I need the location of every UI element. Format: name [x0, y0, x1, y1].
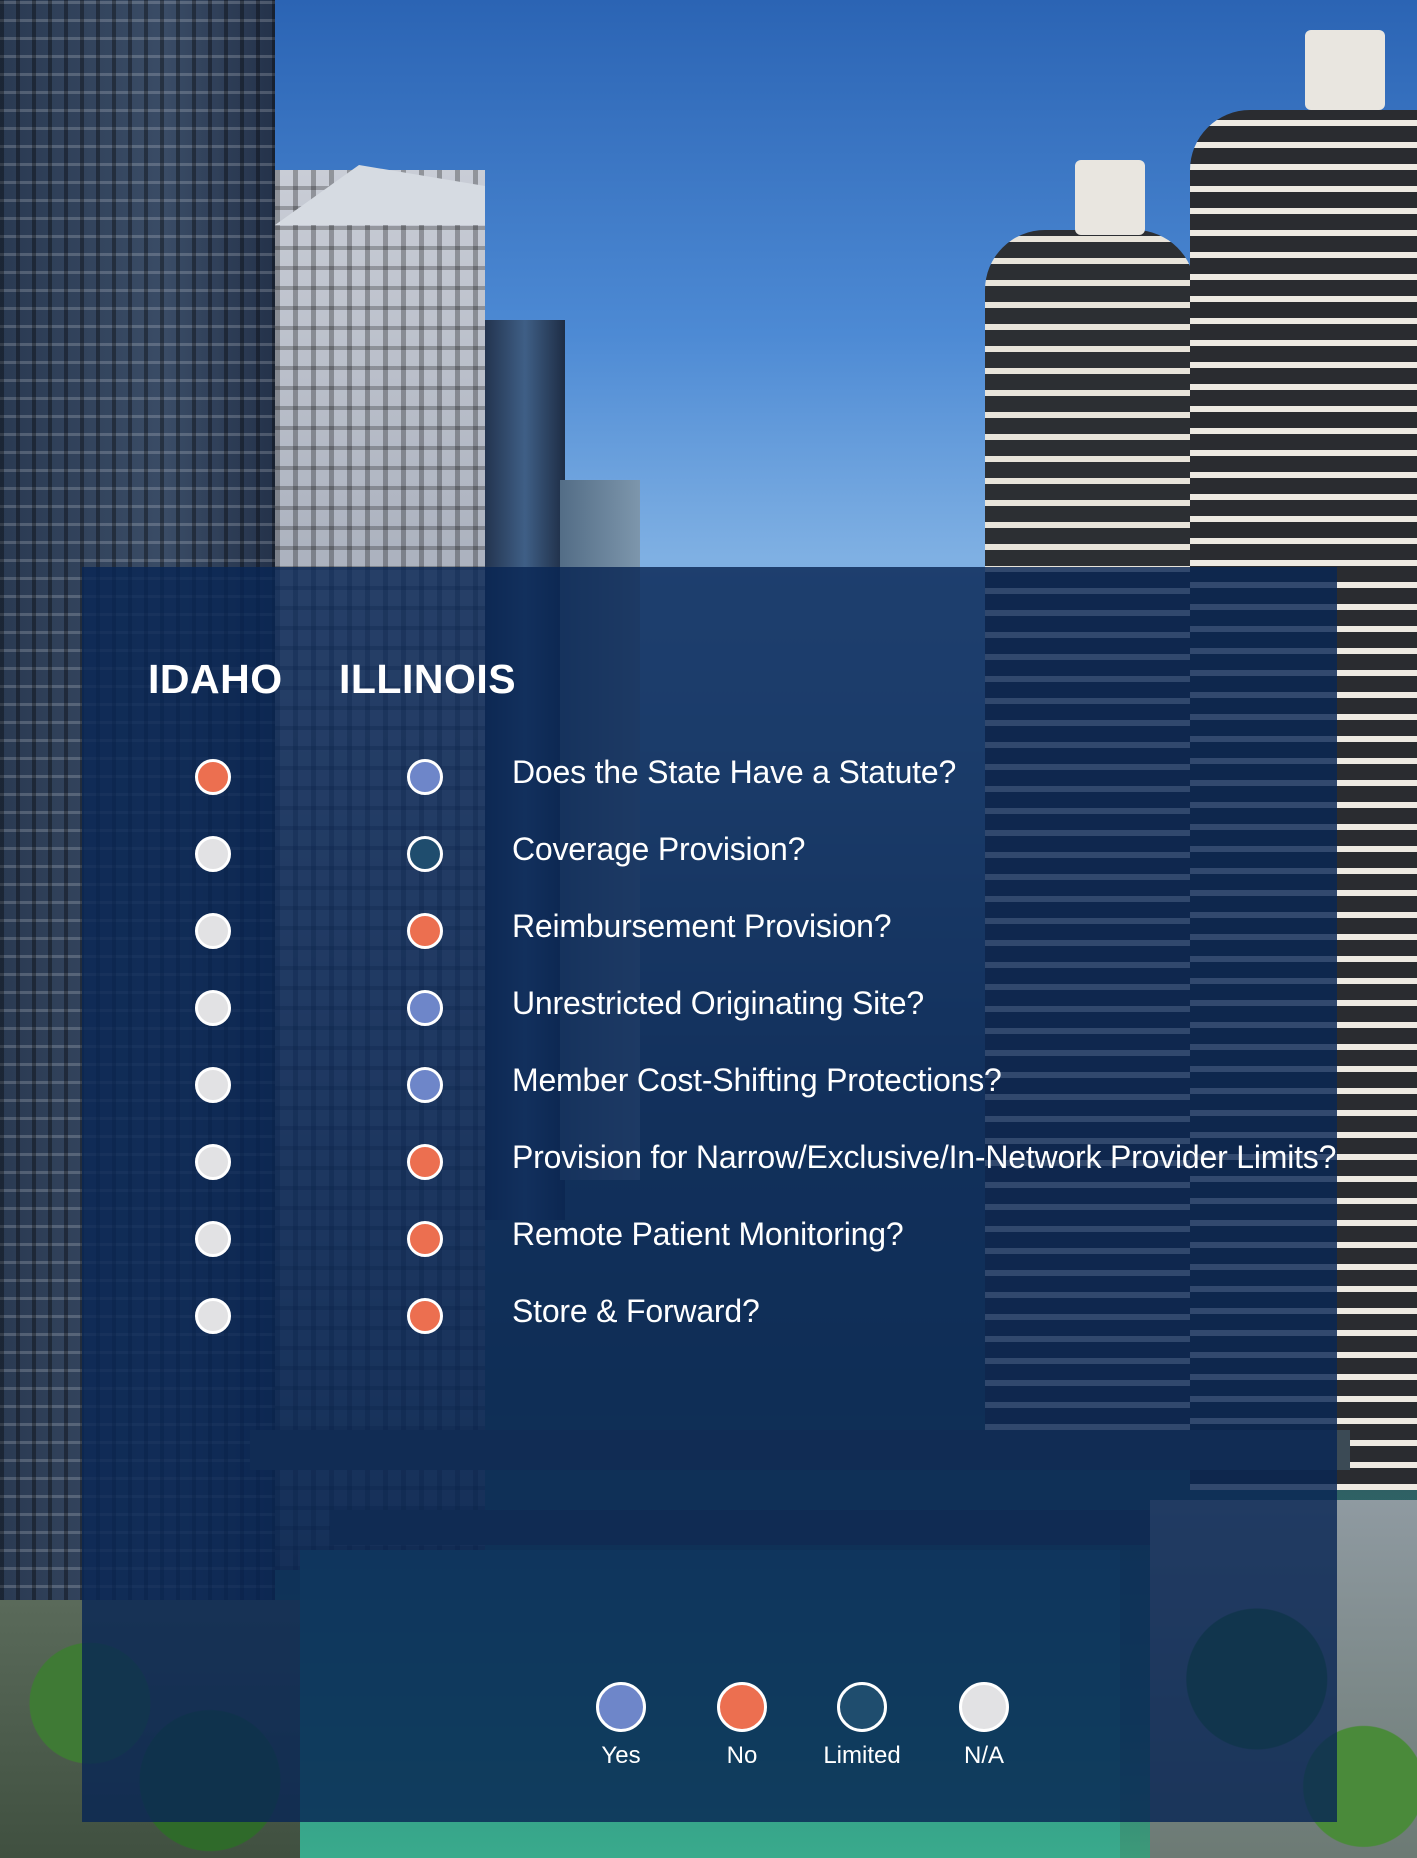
illinois-status-dot: [407, 759, 443, 795]
question-text: Does the State Have a Statute?: [512, 754, 957, 790]
legend-label: Limited: [823, 1742, 901, 1769]
question-row: Reimbursement Provision?: [0, 901, 1417, 961]
legend-dot: [596, 1682, 646, 1732]
question-text: Reimbursement Provision?: [512, 908, 892, 944]
illinois-status-dot: [407, 1067, 443, 1103]
legend-dot: [959, 1682, 1009, 1732]
question-row: Member Cost-Shifting Protections?: [0, 1055, 1417, 1115]
legend-label: N/A: [963, 1742, 1004, 1769]
legend-item-na: N/A: [924, 1682, 1044, 1782]
legend-item-yes: Yes: [561, 1682, 681, 1782]
legend-dot: [837, 1682, 887, 1732]
legend-dot: [717, 1682, 767, 1732]
corncob-tower-left-top: [1075, 160, 1145, 235]
corncob-tower-right-top: [1305, 30, 1385, 110]
illinois-status-dot: [407, 990, 443, 1026]
idaho-status-dot: [195, 1144, 231, 1180]
idaho-column-header: IDAHO: [148, 656, 283, 702]
illinois-status-dot: [407, 913, 443, 949]
question-row: Remote Patient Monitoring?: [0, 1209, 1417, 1269]
idaho-status-dot: [195, 1067, 231, 1103]
legend-item-limited: Limited: [802, 1682, 922, 1782]
question-text: Coverage Provision?: [512, 831, 806, 867]
question-row: Provision for Narrow/Exclusive/In-Networ…: [0, 1132, 1417, 1192]
question-text: Store & Forward?: [512, 1293, 760, 1329]
illinois-column-header: ILLINOIS: [339, 656, 517, 702]
idaho-status-dot: [195, 836, 231, 872]
question-text: Provision for Narrow/Exclusive/In-Networ…: [512, 1139, 1337, 1175]
idaho-status-dot: [195, 759, 231, 795]
legend-label: Yes: [601, 1742, 641, 1769]
idaho-status-dot: [195, 990, 231, 1026]
legend-item-no: No: [682, 1682, 802, 1782]
idaho-status-dot: [195, 913, 231, 949]
illinois-status-dot: [407, 836, 443, 872]
question-row: Unrestricted Originating Site?: [0, 978, 1417, 1038]
illinois-status-dot: [407, 1221, 443, 1257]
illinois-status-dot: [407, 1298, 443, 1334]
question-row: Does the State Have a Statute?: [0, 747, 1417, 807]
legend-label: No: [726, 1742, 758, 1769]
question-text: Unrestricted Originating Site?: [512, 985, 924, 1021]
question-row: Coverage Provision?: [0, 824, 1417, 884]
question-text: Remote Patient Monitoring?: [512, 1216, 904, 1252]
idaho-status-dot: [195, 1298, 231, 1334]
idaho-status-dot: [195, 1221, 231, 1257]
question-row: Store & Forward?: [0, 1286, 1417, 1346]
question-text: Member Cost-Shifting Protections?: [512, 1062, 1002, 1098]
illinois-status-dot: [407, 1144, 443, 1180]
